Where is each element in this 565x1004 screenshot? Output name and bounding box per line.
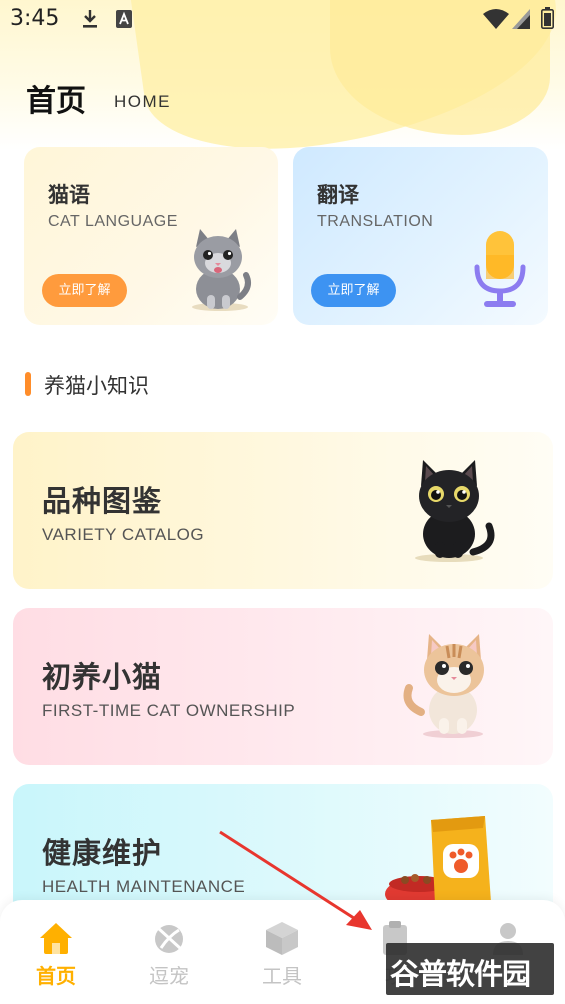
card-subtitle: CAT LANGUAGE bbox=[48, 213, 178, 230]
variety-catalog-card[interactable]: 品种图鉴 VARIETY CATALOG bbox=[13, 432, 553, 589]
card-title: 初养小猫 bbox=[42, 660, 163, 694]
section-accent-bar bbox=[25, 372, 31, 396]
card-subtitle: FIRST-TIME CAT OWNERSHIP bbox=[42, 701, 296, 720]
card-title: 猫语 bbox=[48, 183, 90, 207]
black-cat-illustration bbox=[415, 460, 495, 562]
download-icon bbox=[83, 10, 97, 28]
nav-label: 首页 bbox=[36, 964, 76, 988]
grey-kitten-illustration bbox=[192, 229, 251, 311]
a-notification-icon bbox=[116, 10, 132, 28]
nav-label: 工具 bbox=[262, 964, 302, 988]
first-time-ownership-card[interactable]: 初养小猫 FIRST-TIME CAT OWNERSHIP bbox=[13, 608, 553, 765]
nav-item-pet-play[interactable]: 逗宠 bbox=[124, 918, 214, 988]
page-title: 首页 bbox=[26, 84, 86, 119]
card-subtitle: VARIETY CATALOG bbox=[42, 525, 205, 544]
card-title: 品种图鉴 bbox=[42, 484, 163, 518]
annotation-arrow bbox=[219, 830, 372, 930]
battery-icon bbox=[541, 7, 554, 29]
watermark: 谷普软件园 bbox=[386, 943, 554, 995]
card-title: 翻译 bbox=[317, 183, 359, 207]
microphone-icon bbox=[474, 231, 526, 307]
cat-language-card[interactable]: 猫语 CAT LANGUAGE 立即了解 bbox=[24, 147, 278, 325]
learn-more-button[interactable]: 立即了解 bbox=[311, 274, 396, 307]
pet-toy-icon bbox=[155, 925, 183, 953]
status-time: 3:45 bbox=[10, 6, 60, 31]
watermark-text: 谷普软件园 bbox=[390, 957, 531, 991]
learn-more-button[interactable]: 立即了解 bbox=[42, 274, 127, 307]
card-title: 健康维护 bbox=[42, 836, 163, 870]
cat-food-bag-illustration bbox=[385, 816, 491, 910]
page-subtitle: HOME bbox=[114, 92, 171, 111]
translation-card[interactable]: 翻译 TRANSLATION 立即了解 bbox=[293, 147, 548, 325]
nav-label: 逗宠 bbox=[149, 964, 189, 988]
wifi-icon bbox=[483, 9, 509, 29]
home-icon bbox=[40, 923, 72, 954]
signal-icon bbox=[512, 9, 530, 29]
section-title: 养猫小知识 bbox=[44, 374, 149, 398]
nav-item-home[interactable]: 首页 bbox=[11, 918, 101, 988]
tabby-kitten-illustration bbox=[403, 634, 484, 738]
card-subtitle: TRANSLATION bbox=[317, 213, 434, 230]
status-bar: 3:45 bbox=[0, 0, 565, 40]
